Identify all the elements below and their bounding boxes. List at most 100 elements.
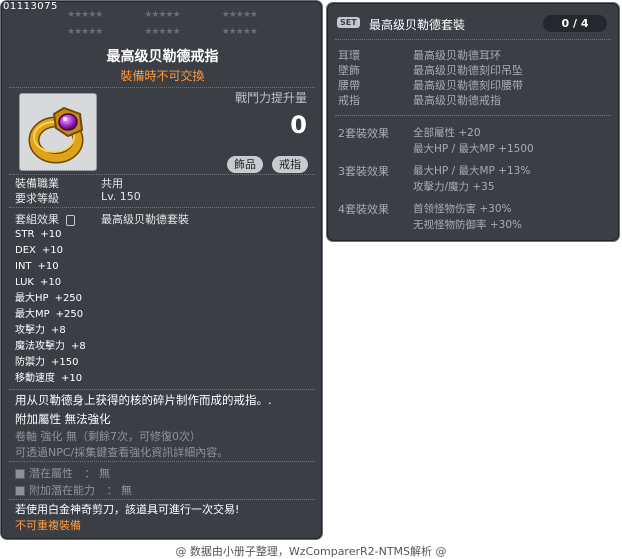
potential-value: ： 無 [84,467,111,480]
stat-value: +8 [71,341,86,352]
stat-row: 魔法攻擊力 +8 [15,339,86,355]
set-effect-tier-label: 3套裝效果 [338,165,389,178]
set-info-icon[interactable] [65,214,75,226]
scissors-note: 若使用白金神奇剪刀，該道具可進行一次交易! [15,503,240,516]
set-effect-line: 最大HP / 最大MP +1500 [413,143,534,155]
stat-value: +150 [51,357,79,368]
set-item-slot: 耳環 [338,49,360,62]
stat-name: DEX [15,245,36,256]
stat-row: 移動速度 +10 [15,371,82,387]
set-item-name: 最高级贝勒德刻印吊坠 [413,64,523,77]
stat-value: +250 [54,293,83,304]
set-item-slot: 腰帶 [338,79,360,92]
stat-name: INT [15,261,32,272]
level-label: 要求等級 [15,192,59,205]
stat-value: +10 [40,229,62,240]
stat-name: STR [15,229,35,240]
stat-row: 攻擊力 +8 [15,323,66,339]
stat-value: +250 [55,309,84,320]
divider [9,87,315,88]
stat-name: 最大HP [15,293,49,304]
combat-power-label: 戰鬥力提升量 [234,91,307,105]
star-force-row-2: ★★★★★ ★★★★★ ★★★★★ [67,27,258,37]
type-tag: 戒指 [272,156,308,173]
extra-attribute-label: 附加屬性 [15,412,61,426]
bonus-potential-label: 附加潛在能力 [29,484,95,497]
stat-name: 移動速度 [15,373,55,384]
set-item-name: 最高级贝勒德耳环 [413,49,501,62]
item-icon-frame [19,93,97,171]
stat-row: DEX +10 [15,243,63,259]
star-group: ★★★★★ [144,10,180,20]
stat-value: +8 [51,325,66,336]
stat-name: LUK [15,277,34,288]
set-effect-line: 首领怪物伤害 +30% [413,203,512,215]
extra-attribute: 附加屬性 無法強化 [15,411,111,427]
set-effect-tier-label: 4套裝效果 [338,203,389,216]
set-effect-line: 最大HP / 最大MP +13% [413,165,531,177]
ring-icon [28,106,84,164]
divider [335,115,611,116]
combat-power-value: 0 [290,111,307,139]
job-value: 共用 [101,177,123,190]
stat-value: +10 [41,245,63,256]
set-count-badge: 0 / 4 [543,15,607,32]
bonus-potential-checkbox-icon [15,486,25,496]
potential-label: 潛在屬性 [29,467,73,480]
stat-row: 最大HP +250 [15,291,82,307]
stat-name: 防禦力 [15,357,45,368]
job-label: 裝備職業 [15,177,59,190]
stat-row: STR +10 [15,227,62,243]
bonus-potential-row: 附加潛在能力 ： 無 [15,482,132,498]
set-effect-tier-label: 2套裝效果 [338,127,389,140]
set-effect-line: 无视怪物防御率 +30% [413,219,522,231]
set-item-name: 最高级贝勒德刻印腰带 [413,79,523,92]
item-id: 01113075 [3,1,58,12]
star-group: ★★★★★ [144,27,180,37]
divider [9,389,315,390]
stat-row: LUK +10 [15,275,61,291]
set-name: 最高级贝勒德套裝 [101,213,189,226]
star-group: ★★★★★ [221,27,258,37]
level-value: Lv. 150 [101,190,141,203]
scroll-upgrade-info: 卷軸 強化 無（剩餘7次，可修復0次） [15,430,201,443]
star-group: ★★★★★ [67,27,103,37]
stat-name: 攻擊力 [15,325,45,336]
star-group: ★★★★★ [67,10,103,20]
set-effect-line: 全部屬性 +20 [413,127,481,139]
set-item-slot: 戒指 [338,94,360,107]
extra-attribute-value: 無法強化 [64,412,111,426]
stat-value: +10 [39,277,62,288]
set-item-name: 最高级贝勒德戒指 [413,94,501,107]
set-title: 最高级贝勒德套裝 [369,18,466,32]
star-force-row-1: ★★★★★ ★★★★★ ★★★★★ [67,10,258,20]
footer-credit: @ 数据由小册子整理，WzComparerR2-NTMS解析 @ [175,545,447,558]
item-tooltip-panel: 01113075 ★★★★★ ★★★★★ ★★★★★ ★★★★★ ★★★★★ ★… [0,0,323,540]
set-effect-text: 套組效果 [15,213,59,226]
unique-equip-note: 不可重複裝備 [15,519,81,532]
stat-value: +10 [61,373,83,384]
divider [9,207,315,208]
potential-checkbox-icon [15,469,25,479]
divider [9,499,315,500]
divider [9,461,315,462]
potential-row: 潛在屬性 ： 無 [15,465,110,481]
star-group: ★★★★★ [221,10,258,20]
set-badge: SET [337,17,360,28]
stat-row: 防禦力 +150 [15,355,78,371]
stat-name: 魔法攻擊力 [15,341,65,352]
bonus-potential-value: ： 無 [106,484,133,497]
set-effect-label: 套組效果 [15,211,75,227]
npc-info: 可透過NPC/採集鍵查看強化資訊詳細內容。 [15,446,229,459]
item-name: 最高级贝勒德戒指 [106,49,219,65]
stat-row: 最大MP +250 [15,307,83,323]
stat-value: +10 [37,261,59,272]
set-item-slot: 墜飾 [338,64,360,77]
set-effect-line: 攻擊力/魔力 +35 [413,181,495,193]
stat-row: INT +10 [15,259,59,275]
divider [335,39,611,40]
set-info-panel: SET 最高级贝勒德套裝 0 / 4 耳環 最高级贝勒德耳环 墜飾 最高级贝勒德… [326,2,620,242]
category-tag: 飾品 [227,156,263,173]
trade-restriction: 裝備時不可交換 [120,69,205,83]
item-description: 用从贝勒德身上获得的核的碎片制作而成的戒指。. [15,393,272,407]
